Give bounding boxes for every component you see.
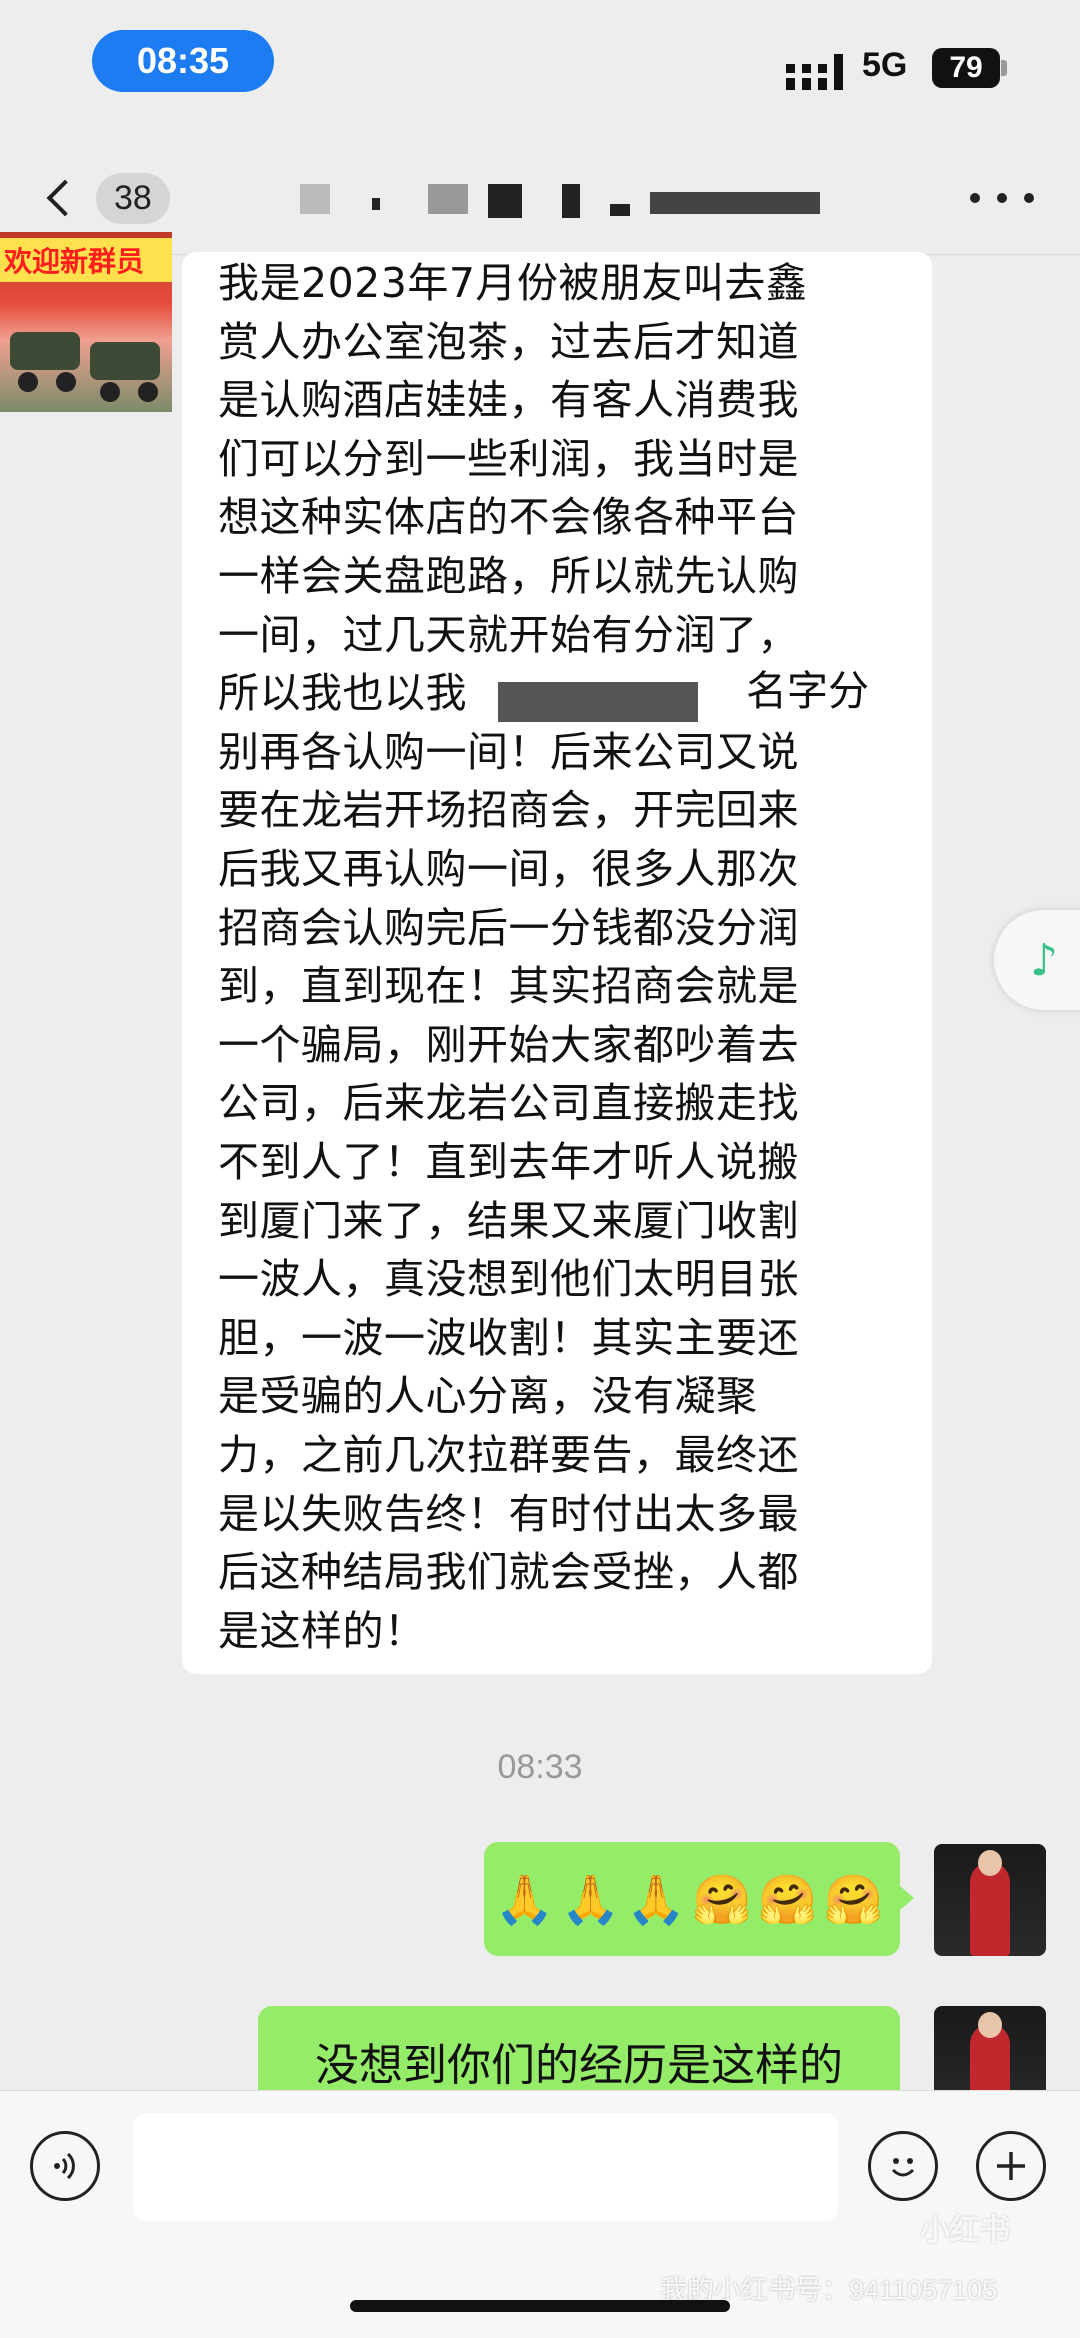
message-line: 一样会关盘跑路，所以就先认购: [218, 552, 799, 600]
message-line: 们可以分到一些利润，我当时是: [218, 434, 799, 483]
message-line: 不到人了！直到去年才听人说搬: [218, 1138, 799, 1186]
music-note-icon: ♪: [1029, 934, 1059, 986]
message-input[interactable]: [134, 2113, 838, 2221]
unread-count-badge: 38: [96, 172, 170, 224]
more-icon: [970, 193, 980, 203]
tank-image: [90, 342, 160, 380]
emoji-button[interactable]: [868, 2131, 938, 2201]
message-line: 公司，后来龙岩公司直接搬走找: [218, 1079, 799, 1128]
message-line: 别再各认购一间！后来公司又说: [218, 727, 799, 776]
chat-title-redacted: [300, 184, 820, 220]
message-timestamp: 08:33: [497, 1748, 583, 1786]
home-indicator: [350, 2300, 730, 2312]
message-line: 一个骗局，刚开始大家都吵着去: [218, 1020, 799, 1069]
outgoing-message-text: 🙏🙏🙏🤗🤗🤗: [494, 1871, 890, 1928]
message-line: 一波人，真没想到他们太明目张: [218, 1255, 799, 1304]
battery-level: 79: [949, 51, 983, 84]
chevron-left-icon: [46, 179, 84, 217]
message-line: 所以我也以我: [218, 669, 467, 718]
battery-icon: 79: [932, 48, 1000, 88]
more-icon-dot: [1024, 193, 1034, 203]
message-line: 到厦门来了，结果又来厦门收割: [218, 1196, 799, 1245]
message-line: 后这种结局我们就会受挫，人都: [218, 1548, 799, 1597]
add-icon: [997, 2152, 1025, 2180]
voice-button[interactable]: [30, 2131, 100, 2201]
message-line: 是受骗的人心分离，没有凝聚: [218, 1372, 758, 1421]
more-icon-dot: [997, 193, 1007, 203]
bubble-tail: [900, 1886, 914, 1910]
wheel-shape: [56, 372, 76, 392]
wheel-shape: [18, 372, 38, 392]
incoming-message-bubble[interactable]: 我是2023年7月份被朋友叫去鑫 赏人办公室泡茶，过去后才知道 是认购酒店娃娃，有客…: [182, 252, 932, 1674]
voice-icon: [54, 2152, 75, 2180]
tank-image: [10, 332, 80, 370]
welcome-banner-text: 欢迎新群员: [0, 238, 172, 282]
avatar-head: [978, 1850, 1002, 1876]
music-float-button[interactable]: ♪: [994, 910, 1080, 1010]
add-button[interactable]: [976, 2131, 1046, 2201]
avatar-head: [978, 2012, 1002, 2038]
message-line: 后我又再认购一间，很多人那次: [218, 845, 799, 893]
message-line: 是以失败告终！有时付出太多最: [218, 1489, 799, 1538]
network-type: 5G: [862, 46, 908, 84]
watermark-logo: 小红书: [920, 2213, 1010, 2248]
status-bar: 08:35 5G 79: [0, 0, 1080, 150]
avatar-figure: [970, 1862, 1010, 1956]
welcome-banner[interactable]: 欢迎新群员: [0, 232, 172, 412]
avatar[interactable]: [934, 1844, 1046, 1956]
more-button[interactable]: [970, 188, 1034, 208]
message-line: 胆，一波一波收割！其实主要还: [218, 1313, 799, 1362]
wheel-shape: [100, 382, 120, 402]
message-line: 力，之前几次拉群要告，最终还: [218, 1431, 799, 1479]
outgoing-message-text: 没想到你们的经历是这样的: [315, 2040, 843, 2091]
message-line: 是认购酒店娃娃，有客人消费我: [218, 376, 799, 425]
message-line: 我是2023年7月份被朋友叫去鑫: [218, 259, 808, 307]
outgoing-message-bubble[interactable]: 🙏🙏🙏🤗🤗🤗: [484, 1842, 900, 1956]
status-time: 08:35: [92, 30, 274, 92]
message-line: 赏人办公室泡茶，过去后才知道: [218, 317, 799, 366]
message-line: 招商会认购完后一分钱都没分润: [218, 903, 799, 952]
message-line: 是这样的！: [218, 1606, 426, 1655]
message-line: 一间，过几天就开始有分润了，: [218, 610, 799, 659]
emoji-icon: [891, 2158, 915, 2177]
message-line: 想这种实体店的不会像各种平台: [218, 493, 799, 542]
redaction-block: [498, 682, 698, 722]
back-button[interactable]: 38: [40, 166, 200, 230]
signal-icon: [786, 54, 843, 90]
message-line: 到，直到现在！其实招商会就是: [218, 962, 799, 1011]
battery-tip: [1001, 60, 1007, 76]
wheel-shape: [138, 382, 158, 402]
incoming-message-partial: 名字分: [746, 667, 869, 715]
message-line: 要在龙岩开场招商会，开完回来: [218, 786, 799, 835]
